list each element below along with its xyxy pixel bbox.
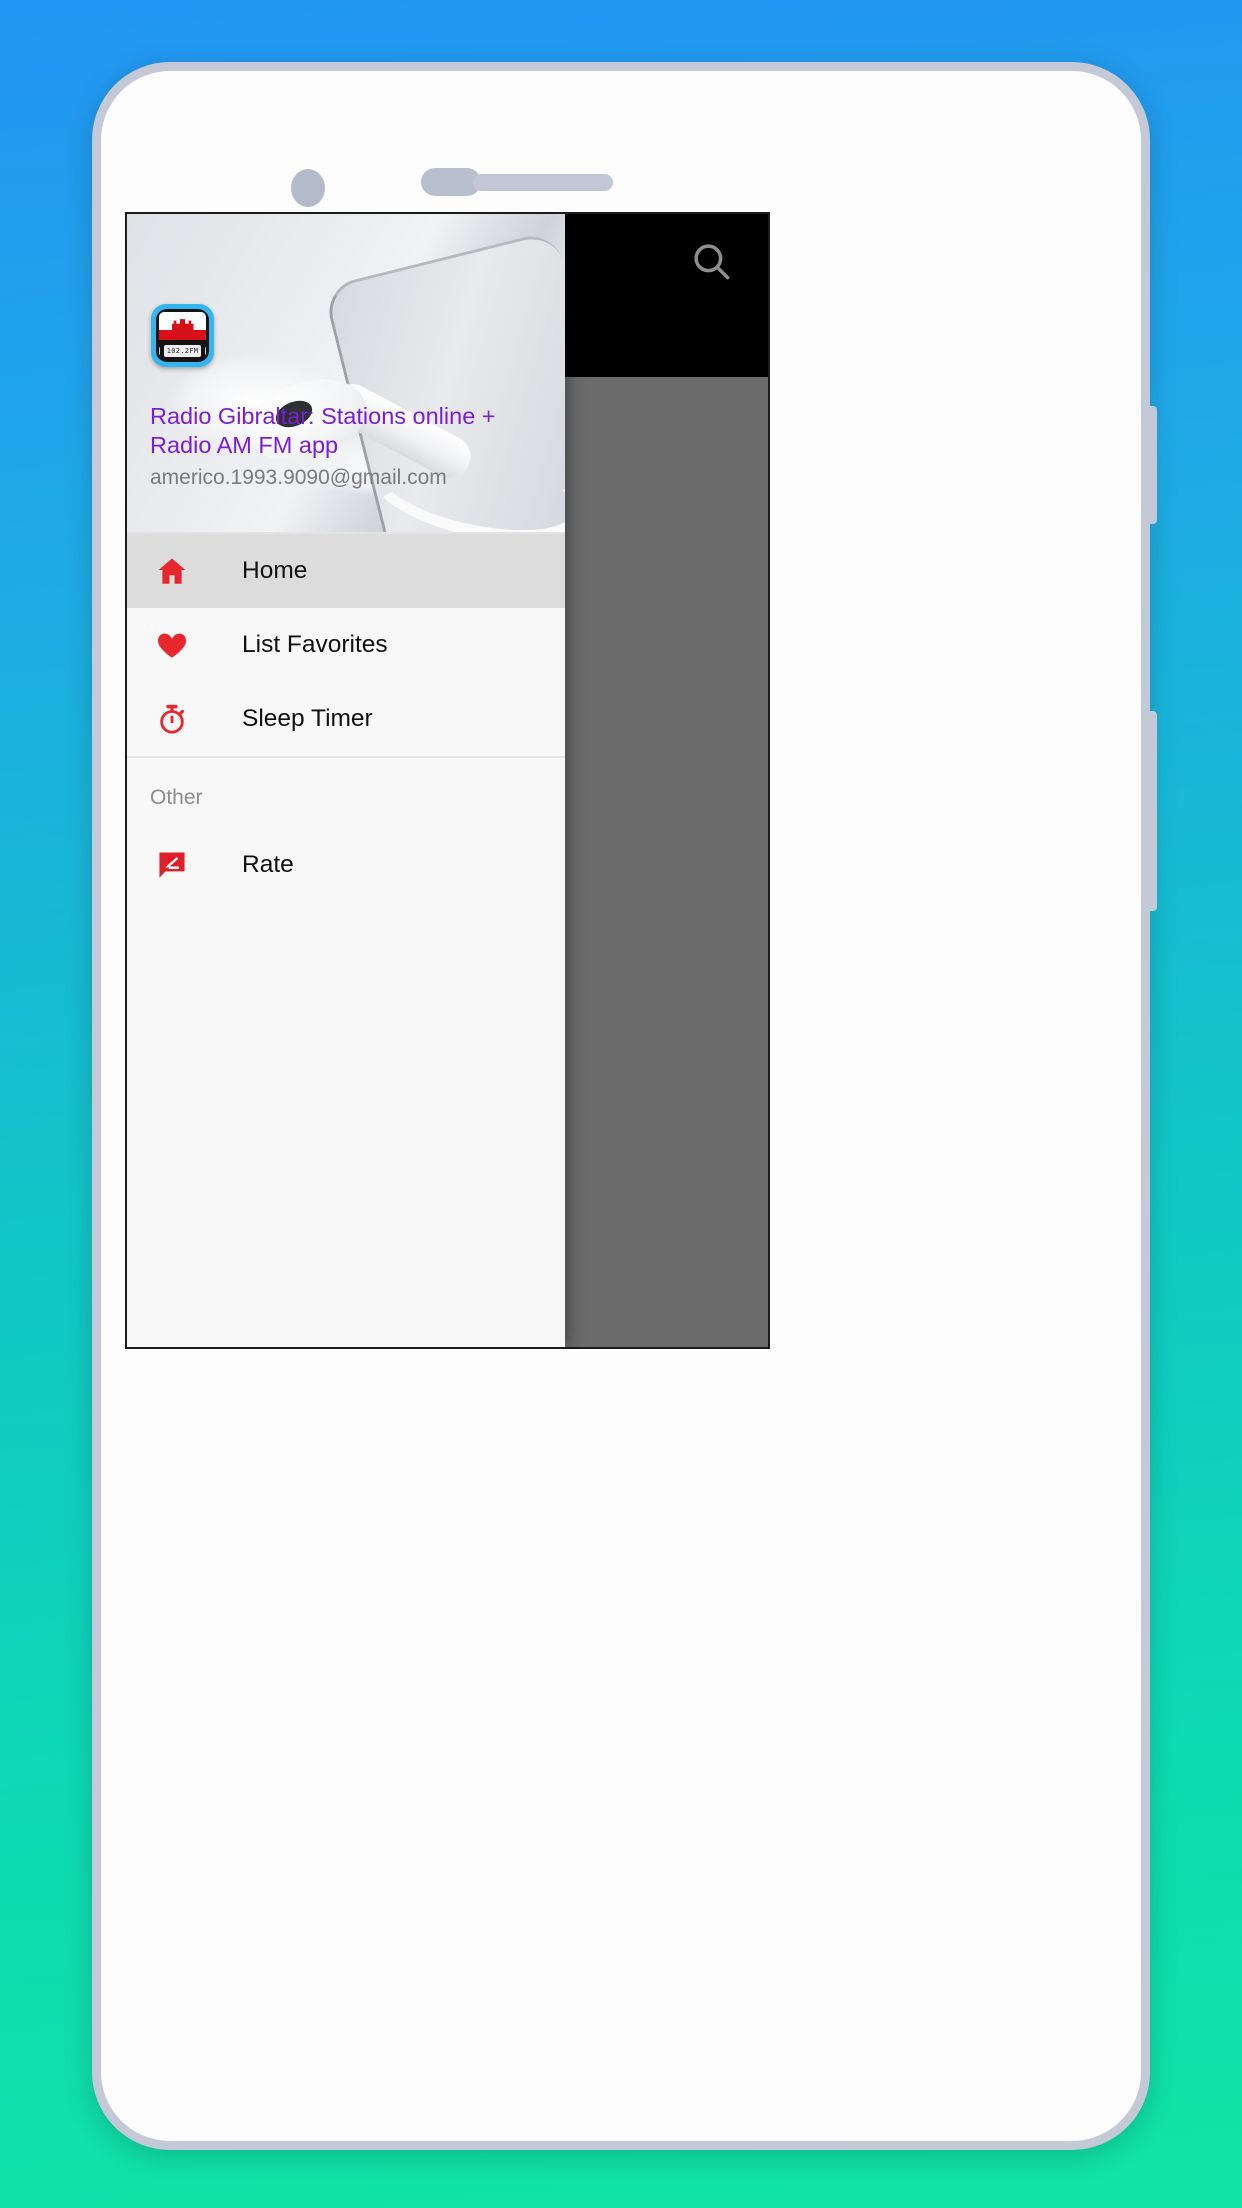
app-icon-body: 102.2FM xyxy=(156,309,209,362)
earpiece-speaker xyxy=(473,174,613,191)
radio-frequency-label: 102.2FM xyxy=(163,344,202,357)
castle-icon xyxy=(171,319,194,340)
drawer-account-email: americo.1993.9090@gmail.com xyxy=(150,466,447,489)
radio-display: 102.2FM xyxy=(159,342,206,359)
drawer-item-home[interactable]: Home xyxy=(127,534,565,608)
gibraltar-flag-icon xyxy=(159,312,206,340)
drawer-main-section: Home List Favorites Sleep Timer xyxy=(127,534,565,756)
rate-comment-edit-icon xyxy=(150,843,194,887)
radio-knob-left xyxy=(159,346,160,355)
volume-button[interactable] xyxy=(1148,406,1157,524)
phone-frame: s onli… MOST LISTENED xyxy=(92,62,1157,2150)
drawer-other-section: Rate xyxy=(127,828,565,902)
drawer-item-sleep-timer[interactable]: Sleep Timer xyxy=(127,682,565,756)
radio-knob-right xyxy=(205,346,206,355)
drawer-header: 102.2FM Radio Gibraltar: Stations online… xyxy=(127,214,565,532)
stopwatch-icon xyxy=(150,697,194,741)
power-button[interactable] xyxy=(1148,711,1157,911)
drawer-item-label: Home xyxy=(242,557,308,584)
home-icon xyxy=(150,549,194,593)
heart-icon xyxy=(150,623,194,667)
phone-screen: s onli… MOST LISTENED xyxy=(125,212,770,1349)
drawer-item-rate[interactable]: Rate xyxy=(127,828,565,902)
sensor-pill xyxy=(421,168,481,196)
drawer-item-label: List Favorites xyxy=(242,631,388,658)
drawer-item-label: Rate xyxy=(242,851,294,878)
drawer-empty-space xyxy=(127,902,565,1347)
radio-gibraltar-app-icon: 102.2FM xyxy=(151,304,214,367)
front-camera-icon xyxy=(291,169,325,207)
drawer-app-title: Radio Gibraltar: Stations online + Radio… xyxy=(150,403,496,458)
drawer-section-label-other: Other xyxy=(150,786,203,809)
search-icon[interactable] xyxy=(690,240,732,282)
drawer-item-list-favorites[interactable]: List Favorites xyxy=(127,608,565,682)
drawer-item-label: Sleep Timer xyxy=(242,705,373,732)
navigation-drawer: 102.2FM Radio Gibraltar: Stations online… xyxy=(127,214,565,1347)
